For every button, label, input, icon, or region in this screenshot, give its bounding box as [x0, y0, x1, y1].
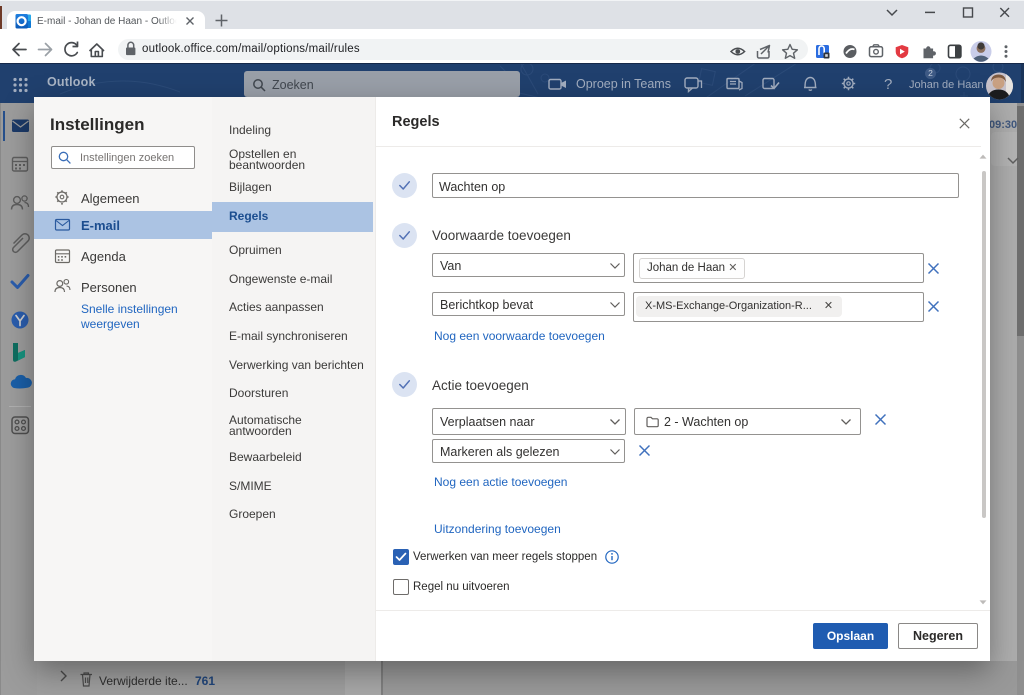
svg-text:?: ? — [884, 76, 892, 93]
